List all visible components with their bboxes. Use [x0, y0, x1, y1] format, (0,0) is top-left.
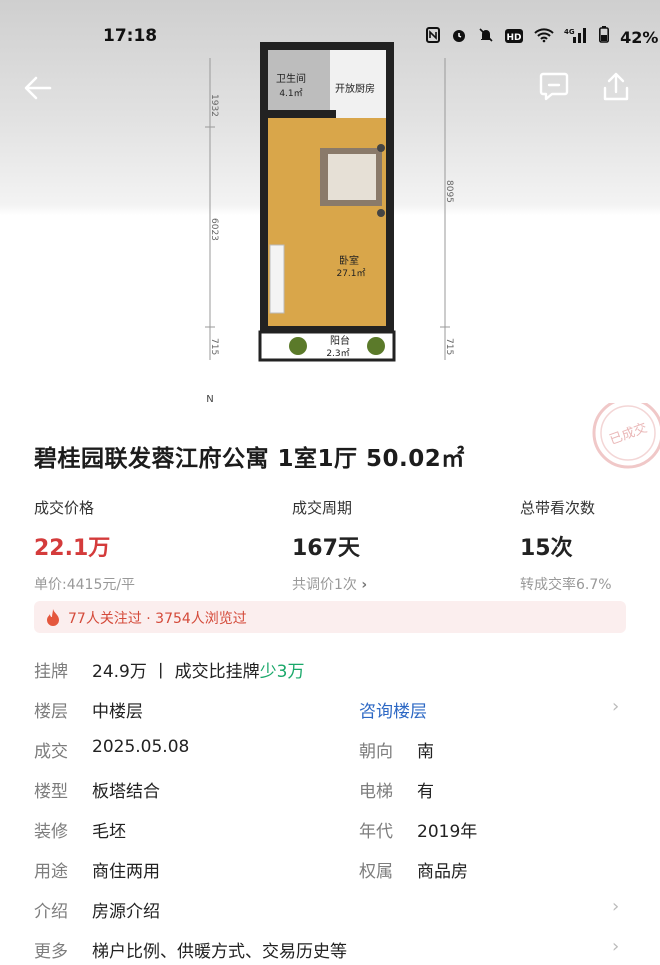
deal-value: 2025.05.08 — [92, 737, 190, 757]
chevron-right-icon: › — [612, 936, 620, 957]
floorplan-image[interactable]: 1932 6023 715 8095 715 卫生间 4.1㎡ 开放厨房 卧室 … — [190, 30, 470, 410]
room-bathroom-area: 4.1㎡ — [279, 88, 302, 99]
room-bedroom-name: 卧室 — [339, 254, 359, 267]
heat-bar: 77人关注过 · 3754人浏览过 — [34, 601, 626, 633]
intro-value: 房源介绍 — [92, 902, 160, 922]
stat-views-conversion: 转成交率6.7% — [520, 577, 612, 593]
floor-label: 楼层 — [34, 702, 68, 722]
chat-icon — [539, 72, 569, 101]
floorplan-hero[interactable]: 17:18 HD 4G 42% 1932 6023 715 8095 715 卫… — [0, 0, 660, 405]
elevator-label: 电梯 — [359, 782, 393, 802]
back-button[interactable] — [20, 70, 56, 106]
stat-views-label: 总带看次数 — [520, 499, 596, 517]
room-balcony-area: 2.3㎡ — [326, 348, 349, 359]
room-kitchen-name: 开放厨房 — [335, 82, 375, 95]
dim-right-bottom: 715 — [444, 338, 454, 355]
floor-value: 中楼层 — [92, 702, 143, 722]
battery-icon — [599, 26, 610, 47]
year-value: 2019年 — [417, 822, 478, 842]
stat-cycle-label: 成交周期 — [292, 499, 353, 517]
stat-cycle-adjust-text: 共调价1次 — [292, 577, 357, 593]
room-balcony-name: 阳台 — [330, 334, 350, 347]
dim-left-mid: 6023 — [209, 218, 219, 241]
dim-left-top: 1932 — [209, 94, 219, 117]
network-label: 4G — [564, 28, 575, 36]
decoration-value: 毛坯 — [92, 822, 126, 842]
stat-views: 总带看次数 15次 转成交率6.7% — [520, 497, 612, 594]
mute-icon — [478, 27, 494, 47]
stat-price-unit: 单价:4415元/平 — [34, 577, 136, 593]
dim-left-bottom: 715 — [209, 338, 219, 355]
listing-title: 碧桂园联发蓉江府公寓 1室1厅 50.02㎡ — [34, 446, 465, 472]
decoration-label: 装修 — [34, 822, 68, 842]
orientation-value: 南 — [417, 742, 434, 762]
chevron-right-icon: › — [612, 696, 620, 717]
building-type-value: 板塔结合 — [92, 782, 160, 802]
stat-price: 成交价格 22.1万 单价:4415元/平 — [34, 497, 135, 594]
heat-text: 77人关注过 · 3754人浏览过 — [68, 611, 247, 627]
more-value: 梯户比例、供暖方式、交易历史等 — [92, 942, 347, 962]
listing-diff: 少3万 — [259, 662, 305, 682]
room-bedroom-area: 27.1㎡ — [336, 268, 365, 279]
arrow-left-icon — [24, 76, 52, 100]
ownership-value: 商品房 — [417, 862, 468, 882]
fire-icon — [47, 609, 59, 626]
year-label: 年代 — [359, 822, 393, 842]
stat-price-value: 22.1万 — [34, 536, 111, 561]
listing-label: 挂牌 — [34, 662, 68, 682]
room-bathroom-name: 卫生间 — [276, 72, 306, 85]
signal-icon: 4G — [564, 27, 588, 47]
sold-stamp-text: 已成交 — [607, 420, 649, 448]
status-time: 17:18 — [103, 26, 158, 46]
sold-stamp: 已成交 — [586, 397, 660, 473]
stat-views-value: 15次 — [520, 536, 573, 561]
listing-compare: 成交比挂牌 — [174, 662, 260, 682]
ownership-label: 权属 — [359, 862, 393, 882]
usage-value: 商住两用 — [92, 862, 160, 882]
share-button[interactable] — [600, 70, 632, 104]
intro-label: 介绍 — [34, 902, 68, 922]
consult-floor-link[interactable]: 咨询楼层 — [359, 697, 427, 722]
chevron-right-icon: › — [361, 577, 368, 593]
chat-button[interactable] — [538, 70, 570, 102]
building-type-label: 楼型 — [34, 782, 68, 802]
usage-label: 用途 — [34, 862, 68, 882]
listing-price: 24.9万 — [92, 662, 147, 682]
battery-percent: 42% — [620, 28, 659, 47]
info-card: 已成交 碧桂园联发蓉江府公寓 1室1厅 50.02㎡ 成交价格 22.1万 单价… — [12, 397, 660, 965]
stat-cycle-value: 167天 — [292, 536, 360, 561]
wifi-icon — [533, 27, 554, 47]
more-label: 更多 — [34, 942, 68, 962]
deal-label: 成交 — [34, 742, 68, 762]
orientation-label: 朝向 — [359, 742, 393, 762]
chevron-right-icon: › — [612, 896, 620, 917]
listing-value-line: 24.9万 丨 成交比挂牌少3万 — [92, 657, 305, 682]
stat-cycle[interactable]: 成交周期 167天 共调价1次 › — [292, 497, 367, 594]
stat-price-label: 成交价格 — [34, 499, 95, 517]
share-icon — [603, 72, 629, 101]
dim-right-main: 8095 — [444, 180, 454, 203]
svg-text:HD: HD — [506, 33, 521, 43]
listing-separator: 丨 — [152, 662, 170, 682]
hd-icon: HD — [504, 29, 523, 47]
elevator-value: 有 — [417, 782, 434, 802]
stat-cycle-adjust[interactable]: 共调价1次 › — [292, 574, 367, 594]
